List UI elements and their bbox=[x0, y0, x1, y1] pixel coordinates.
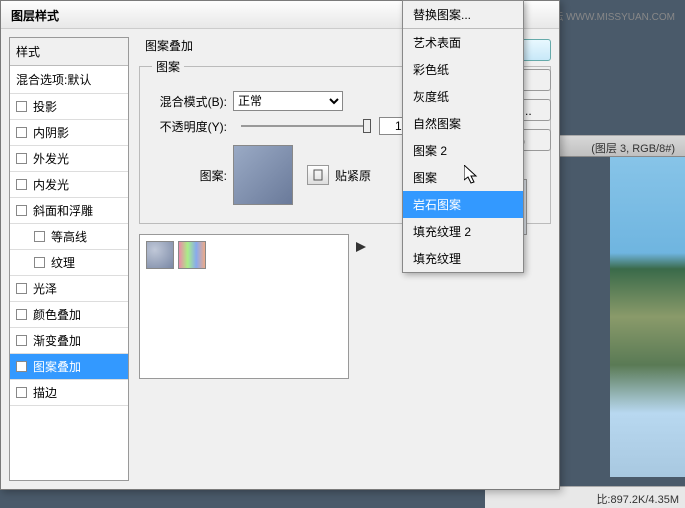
style-item-label: 描边 bbox=[33, 384, 57, 401]
blend-mode-label: 混合模式(B): bbox=[152, 93, 227, 110]
style-item[interactable]: 渐变叠加 bbox=[10, 328, 128, 354]
style-item[interactable]: 图案叠加 bbox=[10, 354, 128, 380]
style-item[interactable]: 纹理 bbox=[10, 250, 128, 276]
checkbox[interactable] bbox=[16, 127, 27, 138]
menu-item[interactable]: 填充纹理 bbox=[403, 245, 523, 272]
checkbox[interactable] bbox=[16, 387, 27, 398]
menu-item[interactable]: 替换图案... bbox=[403, 1, 523, 29]
snap-origin-label[interactable]: 贴紧原 bbox=[335, 167, 371, 184]
pattern-context-menu: ✕ 替换图案...艺术表面彩色纸灰度纸自然图案图案 2图案岩石图案填充纹理 2填… bbox=[402, 0, 524, 273]
checkbox[interactable] bbox=[16, 309, 27, 320]
menu-item[interactable]: 艺术表面 bbox=[403, 29, 523, 56]
checkbox[interactable] bbox=[16, 361, 27, 372]
style-item[interactable]: 光泽 bbox=[10, 276, 128, 302]
style-item[interactable]: 描边 bbox=[10, 380, 128, 406]
style-item-label: 纹理 bbox=[51, 254, 75, 271]
menu-item[interactable]: 彩色纸 bbox=[403, 56, 523, 83]
preset-thumb[interactable] bbox=[146, 241, 174, 269]
style-item-label: 内阴影 bbox=[33, 124, 69, 141]
style-item[interactable]: 投影 bbox=[10, 94, 128, 120]
menu-item[interactable]: 灰度纸 bbox=[403, 83, 523, 110]
sidebar-header[interactable]: 样式 bbox=[10, 38, 128, 66]
style-item-label: 斜面和浮雕 bbox=[33, 202, 93, 219]
checkbox[interactable] bbox=[16, 101, 27, 112]
style-item-label: 内发光 bbox=[33, 176, 69, 193]
style-item-label: 渐变叠加 bbox=[33, 332, 81, 349]
menu-item[interactable]: 图案 2 bbox=[403, 137, 523, 164]
menu-item[interactable]: 图案 bbox=[403, 164, 523, 191]
menu-item[interactable]: 自然图案 bbox=[403, 110, 523, 137]
pattern-label: 图案: bbox=[152, 167, 227, 184]
style-item-label: 等高线 bbox=[51, 228, 87, 245]
style-item-label: 外发光 bbox=[33, 150, 69, 167]
checkbox[interactable] bbox=[34, 257, 45, 268]
new-preset-button[interactable] bbox=[307, 165, 329, 185]
checkbox[interactable] bbox=[16, 179, 27, 190]
opacity-slider[interactable] bbox=[241, 125, 371, 127]
style-item-label: 颜色叠加 bbox=[33, 306, 81, 323]
style-item[interactable]: 外发光 bbox=[10, 146, 128, 172]
document-icon bbox=[312, 169, 324, 181]
sidebar-blend-options[interactable]: 混合选项:默认 bbox=[10, 66, 128, 94]
checkbox[interactable] bbox=[16, 153, 27, 164]
style-item[interactable]: 颜色叠加 bbox=[10, 302, 128, 328]
pattern-legend: 图案 bbox=[152, 58, 184, 75]
blend-mode-select[interactable]: 正常 bbox=[233, 91, 343, 111]
pattern-preset-picker[interactable] bbox=[139, 234, 349, 379]
flyout-menu-button[interactable] bbox=[356, 241, 366, 255]
styles-sidebar: 样式 混合选项:默认 投影内阴影外发光内发光斜面和浮雕等高线纹理光泽颜色叠加渐变… bbox=[9, 37, 129, 481]
checkbox[interactable] bbox=[34, 231, 45, 242]
style-item[interactable]: 等高线 bbox=[10, 224, 128, 250]
opacity-label: 不透明度(Y): bbox=[152, 118, 227, 135]
checkbox[interactable] bbox=[16, 335, 27, 346]
pattern-swatch[interactable] bbox=[233, 145, 293, 205]
play-icon bbox=[356, 242, 366, 252]
checkbox[interactable] bbox=[16, 205, 27, 216]
style-item-label: 图案叠加 bbox=[33, 358, 81, 375]
style-item[interactable]: 内发光 bbox=[10, 172, 128, 198]
style-item-label: 投影 bbox=[33, 98, 57, 115]
preset-thumb[interactable] bbox=[178, 241, 206, 269]
menu-item[interactable]: 填充纹理 2 bbox=[403, 218, 523, 245]
style-item-label: 光泽 bbox=[33, 280, 57, 297]
canvas-image bbox=[610, 157, 685, 477]
style-item[interactable]: 内阴影 bbox=[10, 120, 128, 146]
style-item[interactable]: 斜面和浮雕 bbox=[10, 198, 128, 224]
menu-item[interactable]: 岩石图案 bbox=[403, 191, 523, 218]
checkbox[interactable] bbox=[16, 283, 27, 294]
